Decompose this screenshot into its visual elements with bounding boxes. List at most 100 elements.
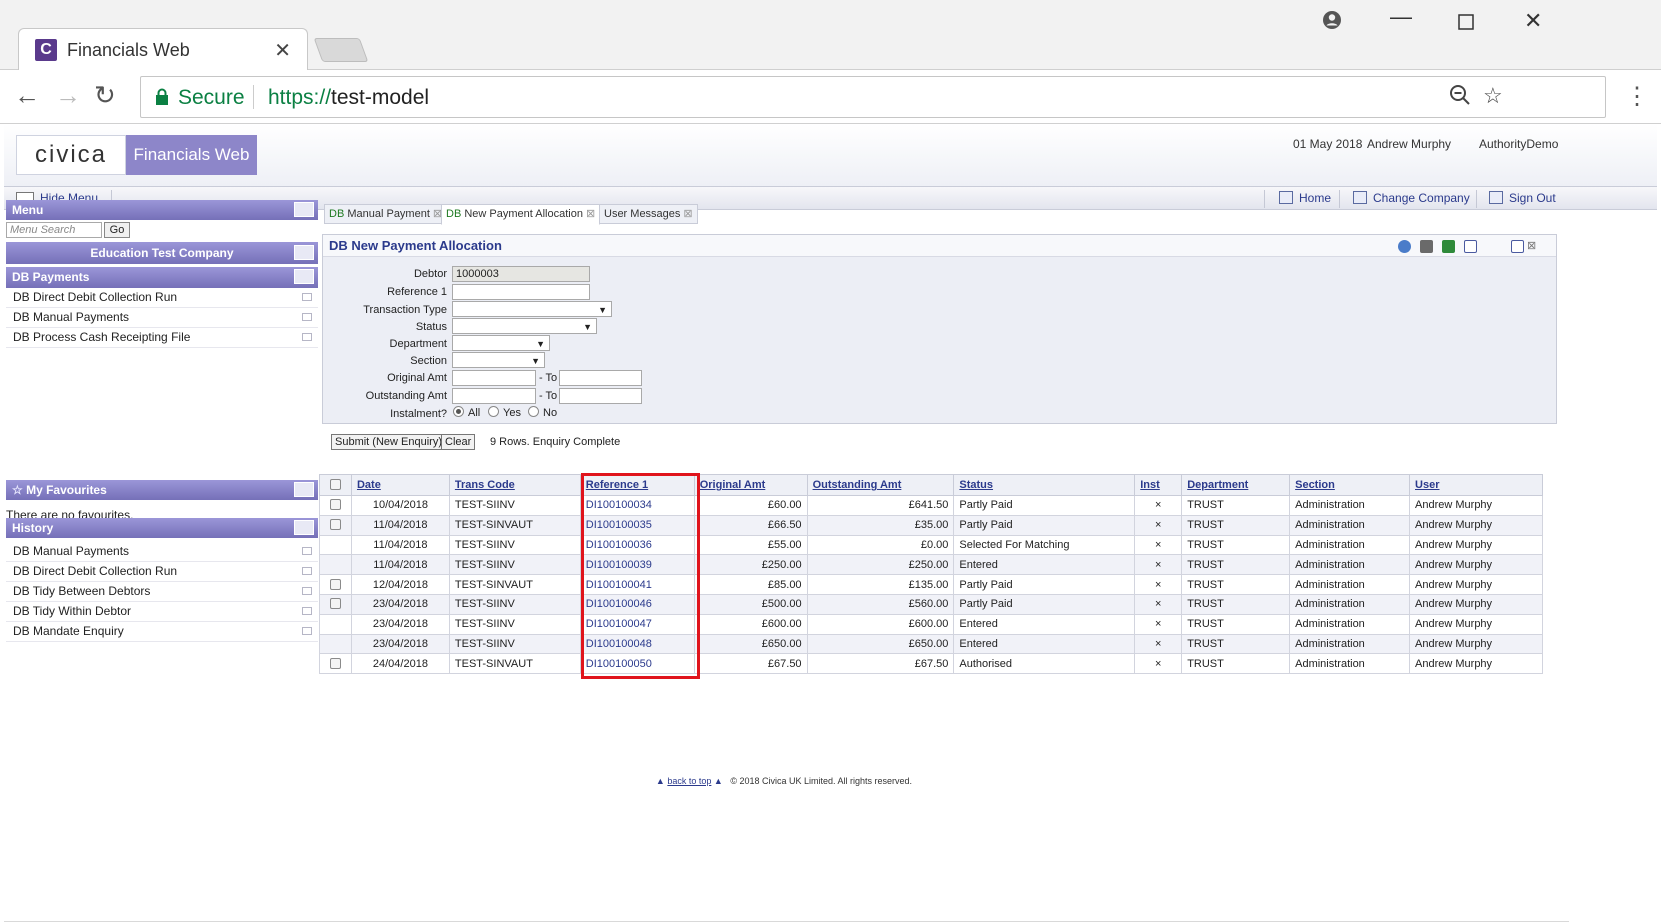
col-status[interactable]: Status — [953, 474, 1136, 496]
col-original-amt[interactable]: Original Amt — [693, 474, 808, 496]
original-amt-to-field[interactable] — [559, 370, 642, 386]
clear-button[interactable]: Clear — [441, 434, 476, 450]
help-icon[interactable] — [1398, 240, 1411, 253]
table-row[interactable]: 11/04/2018 TEST-SIINV DI100100039 £250.00 £2… — [319, 554, 1543, 576]
tab-close-icon[interactable]: ⊠ — [683, 208, 692, 220]
close-panel-icon[interactable]: ⊠ — [1527, 241, 1540, 254]
reference1-cell[interactable]: DI100100047 — [579, 613, 695, 635]
col-reference1[interactable]: Reference 1 — [579, 474, 695, 496]
outstanding-amt-to-field[interactable] — [559, 388, 642, 404]
reference1-field[interactable] — [452, 284, 590, 300]
table-row[interactable]: 12/04/2018 TEST-SINVAUT DI100100041 £85.00 £… — [319, 574, 1543, 595]
history-item[interactable]: DB Tidy Within Debtor — [6, 602, 318, 622]
history-item[interactable]: DB Manual Payments — [6, 542, 318, 562]
reference-link[interactable]: DI100100041 — [586, 579, 652, 591]
row-checkbox[interactable] — [329, 519, 341, 531]
maximize-icon[interactable] — [1458, 10, 1474, 36]
table-row[interactable]: 10/04/2018 TEST-SIINV DI100100034 £60.00 £64… — [319, 495, 1543, 516]
reference1-cell[interactable]: DI100100034 — [579, 495, 695, 516]
window-close-icon[interactable]: ✕ — [1524, 8, 1542, 34]
reference-link[interactable]: DI100100035 — [586, 519, 652, 531]
col-user[interactable]: User — [1409, 474, 1543, 496]
panel-toggle-icon[interactable] — [294, 482, 314, 497]
minimize-icon[interactable]: — — [1390, 4, 1412, 30]
col-status-link[interactable]: Status — [959, 479, 993, 491]
open-external-icon[interactable] — [302, 567, 312, 575]
home-link[interactable]: Home — [1279, 191, 1331, 205]
browser-menu-icon[interactable]: ⋮ — [1625, 82, 1649, 111]
col-outstanding-amt-link[interactable]: Outstanding Amt — [813, 479, 902, 491]
col-section[interactable]: Section — [1289, 474, 1411, 496]
reference1-cell[interactable]: DI100100041 — [579, 574, 695, 595]
open-external-icon[interactable] — [302, 607, 312, 615]
submit-new-enquiry-button[interactable]: Submit (New Enquiry) — [331, 434, 446, 450]
col-section-link[interactable]: Section — [1295, 479, 1335, 491]
reference1-cell[interactable]: DI100100048 — [579, 633, 695, 655]
profile-icon[interactable] — [1322, 10, 1342, 36]
col-reference1-link[interactable]: Reference 1 — [586, 479, 648, 491]
select-all-checkbox[interactable] — [329, 479, 341, 490]
zoom-icon[interactable] — [1449, 84, 1471, 112]
table-row[interactable]: 11/04/2018 TEST-SINVAUT DI100100035 £66.50 £… — [319, 514, 1543, 536]
reference-link[interactable]: DI100100046 — [586, 598, 652, 610]
col-inst-link[interactable]: Inst — [1140, 479, 1160, 491]
panel-toggle-icon[interactable] — [294, 520, 314, 535]
panel-toggle-icon[interactable] — [294, 202, 314, 217]
row-checkbox[interactable] — [329, 578, 341, 590]
reload-icon[interactable]: ↻ — [94, 80, 116, 111]
tab-manual-payment[interactable]: DB Manual Payment ⊠ — [324, 204, 448, 224]
history-item[interactable]: DB Mandate Enquiry — [6, 622, 318, 642]
back-to-top-link[interactable]: back to top — [667, 776, 711, 786]
sign-out-link[interactable]: Sign Out — [1489, 191, 1556, 205]
reference1-cell[interactable]: DI100100046 — [579, 593, 695, 615]
reference1-cell[interactable]: DI100100035 — [579, 514, 695, 536]
row-checkbox[interactable] — [329, 499, 341, 511]
history-item[interactable]: DB Tidy Between Debtors — [6, 582, 318, 602]
bookmark-star-icon[interactable]: ☆ — [1483, 83, 1503, 109]
reference-link[interactable]: DI100100048 — [586, 638, 652, 650]
back-icon[interactable]: ← — [14, 80, 40, 111]
reference-link[interactable]: DI100100034 — [586, 499, 652, 511]
col-user-link[interactable]: User — [1415, 479, 1439, 491]
reference-link[interactable]: DI100100050 — [586, 658, 652, 670]
table-row[interactable]: 11/04/2018 TEST-SIINV DI100100036 £55.00 £0.… — [319, 534, 1543, 556]
col-inst[interactable]: Inst — [1134, 474, 1183, 496]
col-date[interactable]: Date — [350, 474, 450, 496]
outstanding-amt-from-field[interactable] — [452, 388, 536, 404]
select-all-header[interactable] — [319, 474, 352, 496]
col-date-link[interactable]: Date — [357, 479, 381, 491]
original-amt-from-field[interactable] — [452, 370, 536, 386]
new-window-icon[interactable] — [1511, 240, 1524, 253]
col-trans-code-link[interactable]: Trans Code — [455, 479, 515, 491]
section-select[interactable]: ▼ — [452, 352, 545, 368]
print-icon[interactable] — [1420, 240, 1433, 253]
reference-link[interactable]: DI100100036 — [586, 539, 652, 551]
reference1-cell[interactable]: DI100100036 — [579, 534, 695, 556]
go-button[interactable]: Go — [104, 222, 130, 238]
row-checkbox[interactable] — [329, 598, 341, 610]
col-outstanding-amt[interactable]: Outstanding Amt — [806, 474, 955, 496]
new-tab-button[interactable] — [313, 38, 369, 62]
tab-close-icon[interactable]: ✕ — [274, 38, 291, 63]
history-item[interactable]: DB Direct Debit Collection Run — [6, 562, 318, 582]
status-select[interactable]: ▼ — [452, 318, 597, 334]
reference-link[interactable]: DI100100047 — [586, 618, 652, 630]
tab-new-payment-allocation[interactable]: DB New Payment Allocation ⊠ — [441, 204, 601, 225]
panel-toggle-icon[interactable] — [294, 245, 314, 260]
transaction-type-select[interactable]: ▼ — [452, 301, 612, 317]
excel-export-icon[interactable] — [1442, 240, 1455, 253]
department-select[interactable]: ▼ — [452, 335, 550, 351]
table-row[interactable]: 24/04/2018 TEST-SINVAUT DI100100050 £67.50 £… — [319, 653, 1543, 675]
reference1-cell[interactable]: DI100100050 — [579, 653, 695, 675]
forward-icon[interactable]: → — [55, 80, 81, 111]
table-row[interactable]: 23/04/2018 TEST-SIINV DI100100048 £650.00 £6… — [319, 633, 1543, 655]
url-text[interactable]: https://test-model — [268, 86, 429, 110]
debtor-field[interactable]: 1000003 — [452, 266, 590, 282]
col-trans-code[interactable]: Trans Code — [448, 474, 581, 496]
open-external-icon[interactable] — [302, 627, 312, 635]
collapse-icon[interactable] — [1464, 240, 1477, 253]
open-external-icon[interactable] — [302, 547, 312, 555]
col-original-amt-link[interactable]: Original Amt — [700, 479, 766, 491]
change-company-link[interactable]: Change Company — [1353, 191, 1470, 205]
reference-link[interactable]: DI100100039 — [586, 559, 652, 571]
